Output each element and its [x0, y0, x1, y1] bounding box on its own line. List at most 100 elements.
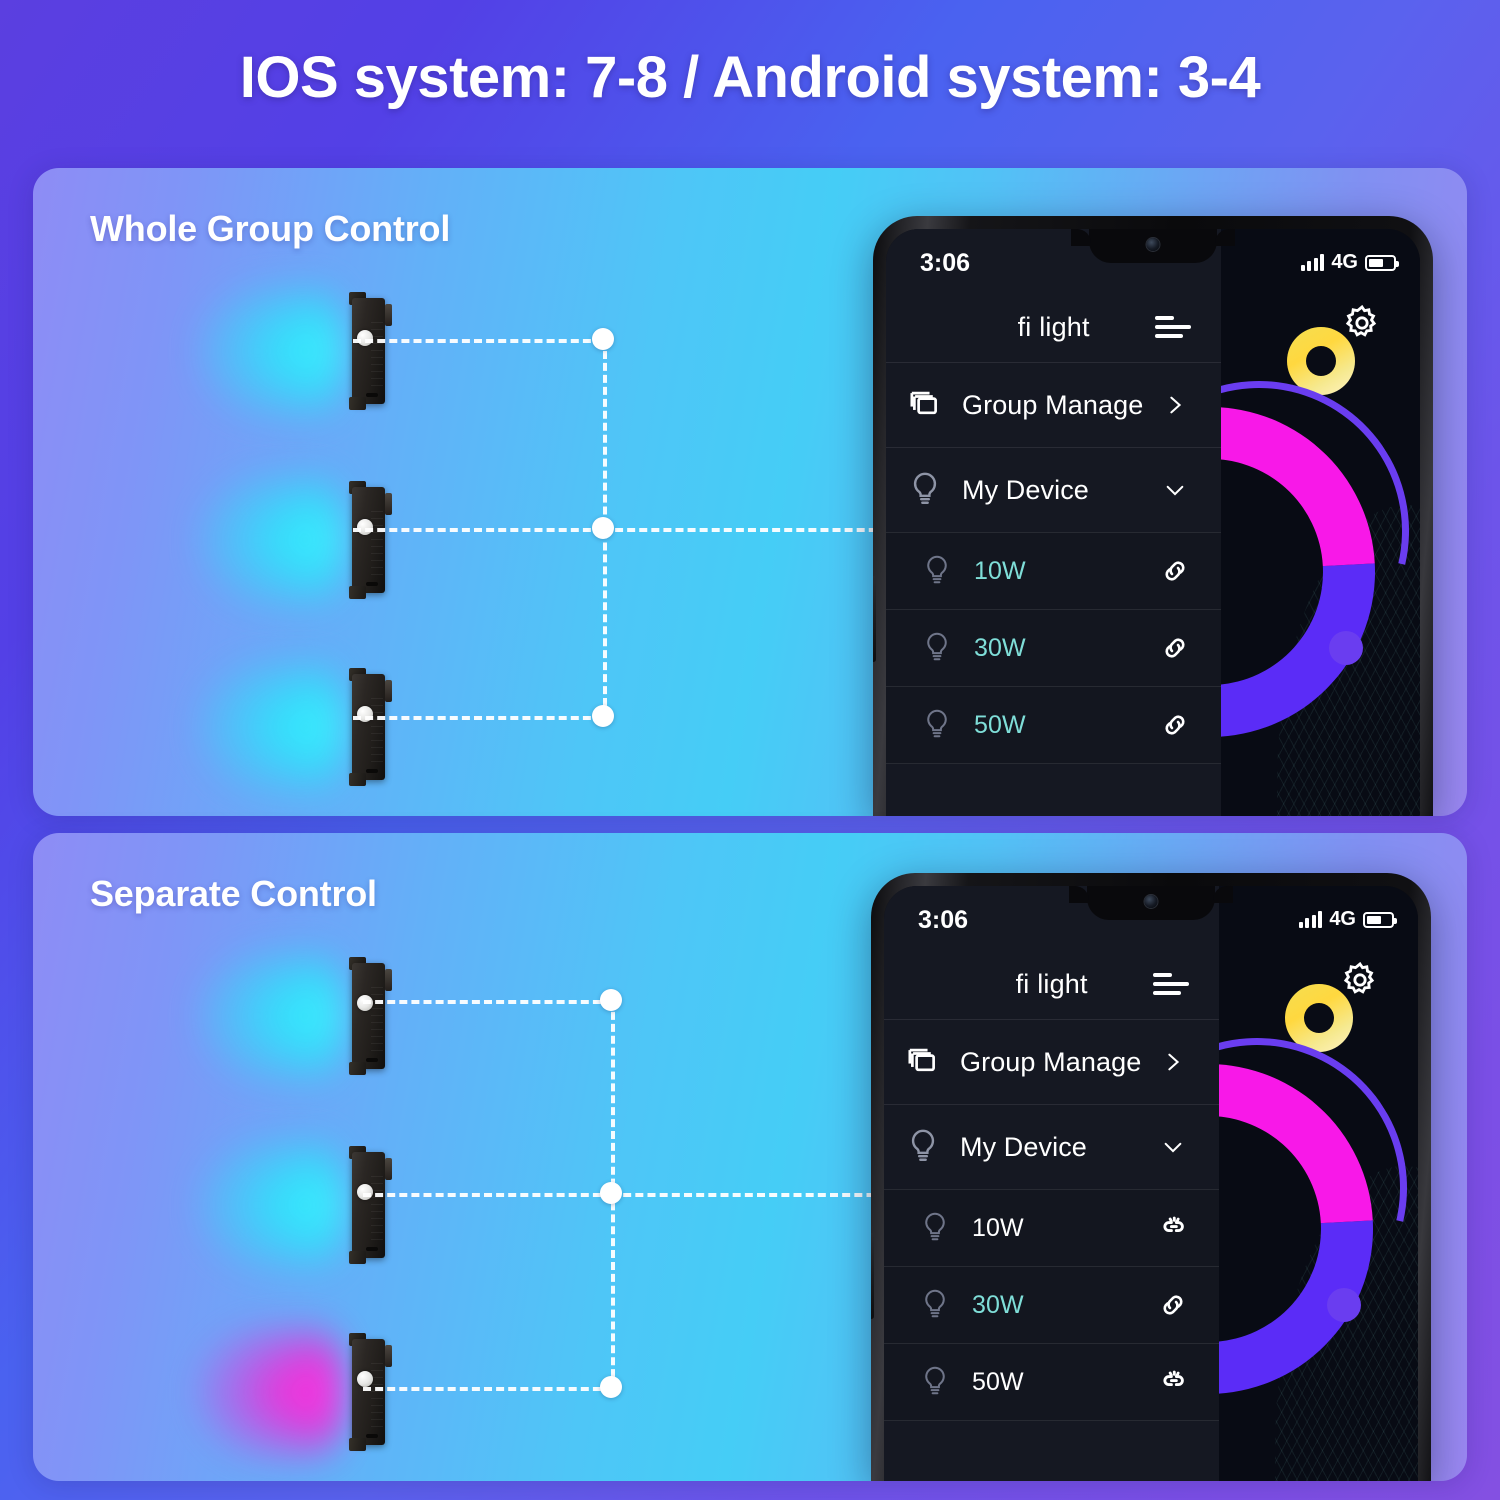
light-fixture	[93, 941, 393, 1091]
gear-icon[interactable]	[1340, 960, 1380, 1000]
connector-line	[363, 1193, 613, 1197]
fixture-side-mount	[385, 1158, 392, 1180]
list-item-label: Group Manage	[960, 1046, 1142, 1077]
device-row[interactable]: 30W	[886, 609, 1222, 687]
fixture-vent	[366, 1434, 378, 1438]
list-item-my-device[interactable]: My Device	[886, 447, 1222, 533]
fixture-vent	[366, 1058, 378, 1062]
link-icon[interactable]	[1155, 710, 1195, 740]
list-item-label: Group Manage	[962, 389, 1144, 420]
menu-line	[1153, 973, 1173, 977]
link-icon[interactable]	[1155, 556, 1195, 586]
light-beam	[197, 1326, 345, 1458]
fixture-side-mount	[385, 680, 392, 702]
connector-node	[592, 328, 614, 350]
bulb-icon	[922, 553, 962, 589]
chevron-down-icon[interactable]	[1153, 1136, 1193, 1158]
fixture-body	[349, 1333, 393, 1451]
fixture-vent	[366, 1247, 378, 1251]
device-list: Group Manage My Device 10W 30W 50W	[886, 362, 1222, 764]
fixture-side-mount	[385, 1345, 392, 1367]
panel-title: Separate Control	[90, 873, 377, 914]
fixture-bottom-bracket	[349, 1438, 366, 1451]
bulb-icon	[920, 1210, 960, 1246]
fixture-side-mount	[385, 304, 392, 326]
bulb-icon	[920, 1287, 960, 1323]
fixture-heatsink	[371, 1363, 383, 1433]
list-item-label: My Device	[962, 474, 1089, 505]
fixture-bottom-bracket	[349, 586, 366, 599]
app-list-panel: fi light Group Manage My Device 10W 30W …	[884, 886, 1220, 1481]
phone-screen: fi light Group Manage My Device 10W 30W …	[884, 886, 1418, 1481]
fixture-lens	[357, 330, 373, 346]
fixture-vent	[366, 393, 378, 397]
broken-link-icon[interactable]	[1153, 1213, 1193, 1244]
device-row[interactable]: 10W	[884, 1189, 1220, 1267]
fixture-lens	[357, 706, 373, 722]
broken-link-icon[interactable]	[1153, 1367, 1193, 1398]
menu-icon[interactable]	[1155, 314, 1192, 340]
camera-notch	[1071, 229, 1235, 263]
phone-device: fi light Group Manage My Device 10W 30W …	[871, 873, 1431, 1481]
page-title: IOS system: 7-8 / Android system: 3-4	[239, 45, 1261, 110]
fixture-side-mount	[385, 969, 392, 991]
light-fixture	[93, 1317, 393, 1467]
color-visualizer-panel	[1221, 229, 1420, 816]
light-fixture	[93, 276, 393, 426]
device-label: 30W	[972, 1290, 1024, 1319]
connector-node	[600, 989, 622, 1011]
chevron-right-icon[interactable]	[1153, 1047, 1193, 1077]
fixture-heatsink	[371, 322, 383, 392]
menu-line	[1155, 316, 1175, 320]
fixture-heatsink	[371, 1176, 383, 1246]
chevron-right-icon[interactable]	[1155, 390, 1195, 420]
app-list-panel: fi light Group Manage My Device 10W 30W …	[886, 229, 1222, 816]
app-title: fi light	[1015, 968, 1088, 999]
fixture-lens	[357, 1184, 373, 1200]
front-camera-icon	[1146, 238, 1160, 251]
list-item-group-manage[interactable]: Group Manage	[886, 362, 1222, 448]
chevron-down-icon[interactable]	[1155, 479, 1195, 501]
panel-title: Whole Group Control	[90, 208, 451, 249]
power-button[interactable]	[871, 1233, 874, 1319]
app-title: fi light	[1017, 311, 1090, 342]
light-beam	[197, 285, 345, 417]
light-beam	[197, 661, 345, 793]
device-label: 10W	[972, 1213, 1024, 1242]
bulb-icon	[920, 1364, 960, 1400]
connector-to-phone	[611, 1193, 911, 1197]
panel-whole-group-control: Whole Group Control fi light Group Manag…	[33, 168, 1467, 816]
fixture-heatsink	[371, 698, 383, 768]
fixture-body	[349, 292, 393, 410]
device-row[interactable]: 30W	[884, 1266, 1220, 1344]
list-item-group-manage[interactable]: Group Manage	[884, 1019, 1220, 1105]
device-row[interactable]: 50W	[884, 1343, 1220, 1421]
fixture-body	[349, 1146, 393, 1264]
device-row[interactable]: 50W	[886, 686, 1222, 764]
link-icon[interactable]	[1153, 1290, 1193, 1320]
device-label: 30W	[974, 633, 1026, 662]
fixture-side-mount	[385, 493, 392, 515]
app-header: fi light	[884, 948, 1219, 1020]
app-header: fi light	[886, 291, 1221, 363]
menu-icon[interactable]	[1153, 971, 1190, 997]
connector-node	[592, 517, 614, 539]
connector-node	[600, 1182, 622, 1204]
fixture-bottom-bracket	[349, 397, 366, 410]
bulb-icon	[906, 1127, 952, 1167]
list-item-my-device[interactable]: My Device	[884, 1104, 1220, 1190]
fixture-vent	[366, 769, 378, 773]
link-icon[interactable]	[1155, 633, 1195, 663]
fixture-body	[349, 481, 393, 599]
device-row[interactable]: 10W	[886, 532, 1222, 610]
connector-line	[363, 1000, 613, 1004]
power-button[interactable]	[873, 576, 876, 662]
layers-icon	[908, 388, 954, 422]
connector-node	[592, 705, 614, 727]
light-beam	[197, 950, 345, 1082]
bulb-icon	[908, 470, 954, 510]
device-label: 10W	[974, 556, 1026, 585]
light-fixture	[93, 652, 393, 802]
gear-icon[interactable]	[1342, 303, 1382, 343]
fixture-body	[349, 668, 393, 786]
